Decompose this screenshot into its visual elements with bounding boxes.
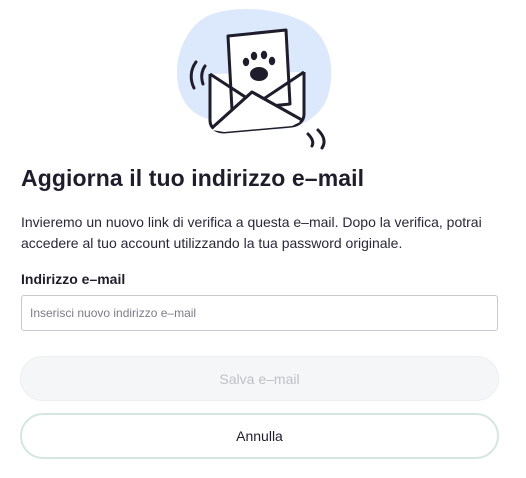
cancel-button[interactable]: Annulla [20, 413, 499, 459]
email-field-label: Indirizzo e–mail [21, 271, 126, 287]
envelope-illustration-icon [172, 8, 342, 154]
dialog-description: Invieremo un nuovo link di verifica a qu… [21, 214, 482, 251]
dialog-title: Aggiorna il tuo indirizzo e–mail [21, 165, 365, 191]
email-field[interactable] [21, 295, 498, 331]
save-email-button[interactable]: Salva e–mail [20, 356, 499, 401]
